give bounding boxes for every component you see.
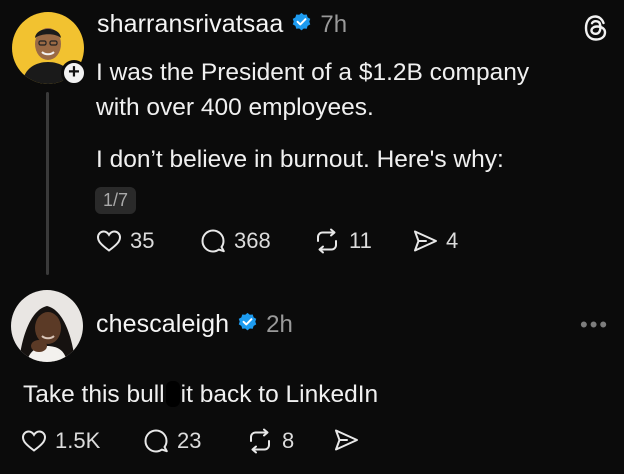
reply-time: 2h (266, 310, 293, 338)
send-icon (412, 229, 438, 253)
follow-plus-icon[interactable]: + (61, 60, 87, 86)
post-header: sharransrivatsaa 7h (97, 10, 347, 39)
comment-icon (200, 228, 226, 254)
reply-repost-action[interactable]: 8 (246, 428, 294, 454)
reply-share-action[interactable] (333, 428, 359, 452)
post-share-action[interactable]: 4 (412, 228, 458, 254)
post-text-line-1: I was the President of a $1.2B company (96, 59, 530, 86)
heart-icon (21, 429, 47, 453)
thread-page-badge: 1/7 (95, 187, 137, 214)
more-icon[interactable]: ••• (580, 312, 609, 338)
comment-icon (143, 428, 169, 454)
post-repost-action[interactable]: 11 (313, 228, 372, 254)
reply-reply-action[interactable]: 23 (143, 428, 201, 454)
censor-blot (165, 381, 180, 407)
heart-icon (96, 229, 122, 253)
post-username[interactable]: sharransrivatsaa (97, 10, 283, 39)
post-time: 7h (320, 10, 348, 38)
reply-like-action[interactable]: 1.5K (21, 428, 100, 454)
repost-icon (246, 428, 274, 454)
reply-text-part-1: Take this bull (23, 381, 165, 408)
reply-reply-count: 23 (177, 428, 202, 453)
threads-logo-icon[interactable] (583, 14, 609, 47)
avatar-chescaleigh[interactable] (11, 290, 83, 362)
send-icon (333, 428, 359, 452)
post-text-line-3: I don’t believe in burnout. Here's why: (96, 146, 504, 173)
post-reply-action[interactable]: 368 (200, 228, 271, 254)
reply-username[interactable]: chescaleigh (96, 310, 229, 339)
reply-like-count: 1.5K (55, 428, 101, 453)
post-share-count: 4 (446, 228, 459, 253)
verified-badge-icon (237, 312, 258, 338)
reply-repost-count: 8 (282, 428, 295, 453)
reply-text: Take this bull it back to LinkedIn (23, 377, 378, 412)
post-like-count: 35 (130, 228, 155, 253)
post-text-line-2: with over 400 employees. (96, 94, 374, 121)
post-repost-count: 11 (349, 228, 372, 253)
reply-header: chescaleigh 2h (96, 310, 293, 339)
post-reply-count: 368 (234, 228, 271, 253)
thread-connector-line (46, 92, 49, 275)
repost-icon (313, 228, 341, 254)
reply-text-part-2: it back to LinkedIn (180, 381, 379, 408)
verified-badge-icon (291, 12, 312, 38)
post-like-action[interactable]: 35 (96, 228, 154, 254)
